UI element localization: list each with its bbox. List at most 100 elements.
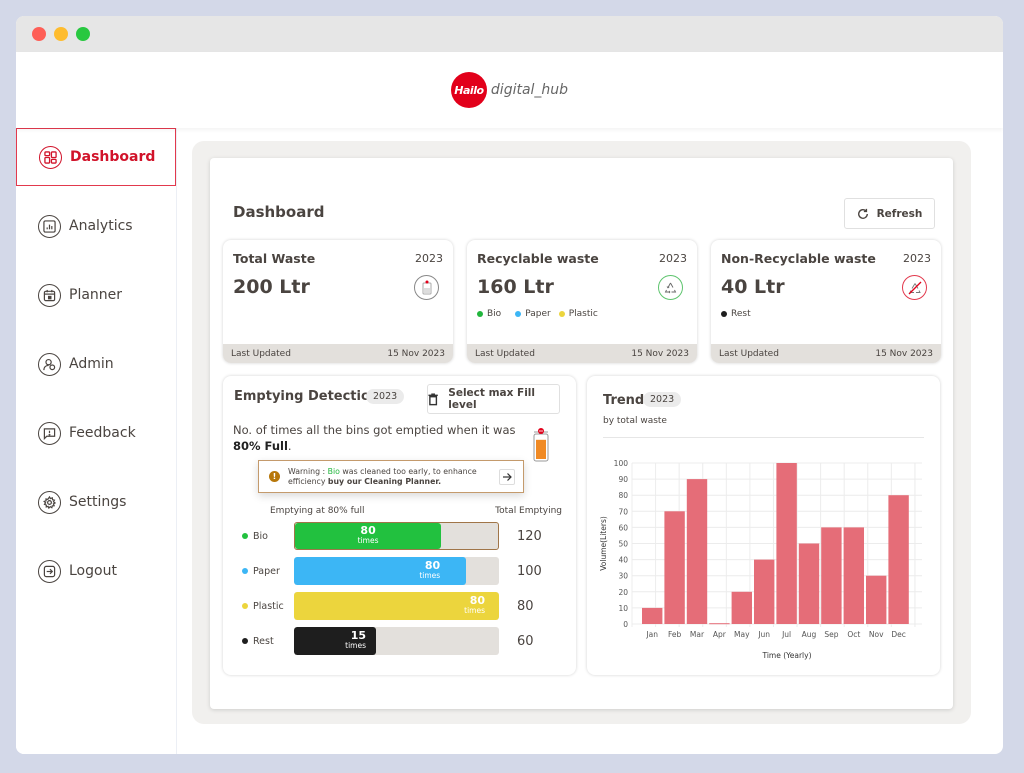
warning-arrow-button[interactable] <box>499 468 515 485</box>
x-axis-label: Time (Yearly) <box>762 651 812 660</box>
refresh-button[interactable]: Refresh <box>844 198 935 229</box>
bar-value: 80 <box>424 559 441 572</box>
warning-text: Warning : Bio was cleaned too early, to … <box>288 467 491 487</box>
x-tick-label: Oct <box>847 630 860 639</box>
main-area: Dashboard Refresh Total Waste 2023 200 L… <box>192 141 971 724</box>
bar-track[interactable]: 80 times <box>294 522 499 550</box>
x-tick-label: Mar <box>690 630 705 639</box>
refresh-icon <box>857 208 868 219</box>
emptying-row-bio[interactable]: Bio 80 times 120 <box>242 522 562 550</box>
warning-prefix: Warning : <box>288 466 328 476</box>
refresh-label: Refresh <box>876 207 923 220</box>
close-window-button[interactable] <box>32 27 46 41</box>
sidebar-item-settings[interactable]: Settings <box>16 473 176 531</box>
year-badge: 2023 <box>366 389 405 404</box>
bar-track[interactable]: 15 times <box>294 627 499 655</box>
legend-dot <box>477 311 483 317</box>
sidebar-item-analytics[interactable]: Analytics <box>16 197 176 255</box>
bar-value: 80 <box>360 524 376 537</box>
minimize-window-button[interactable] <box>54 27 68 41</box>
sidebar-item-logout[interactable]: Logout <box>16 542 176 600</box>
select-fill-level-button[interactable]: Select max Fill level <box>427 384 560 414</box>
x-tick-label: Sep <box>824 630 838 639</box>
desc-fill-level: 80% Full <box>233 439 288 453</box>
bar-jan <box>642 607 663 624</box>
bar-feb <box>664 511 685 624</box>
y-tick-label: 10 <box>618 604 628 613</box>
bar-sep <box>821 527 842 624</box>
grid-icon <box>39 145 62 169</box>
card-footer: Last Updated 15 Nov 2023 <box>223 344 453 363</box>
bar-fill: 80 times <box>295 523 442 549</box>
sidebar-item-label: Logout <box>69 563 117 579</box>
y-tick-label: 100 <box>614 459 629 468</box>
emptying-row-plastic[interactable]: Plastic 80 times 80 <box>242 592 562 620</box>
bin-icon <box>414 275 439 300</box>
arrow-right-icon <box>503 472 512 481</box>
recyclable-waste-card: Recyclable waste 2023 160 Ltr Bio Paper … <box>467 240 697 363</box>
gear-icon <box>38 490 61 514</box>
trend-panel: Trend 2023 by total waste 0 10 20 30 40 50 60 7… <box>587 376 940 675</box>
y-tick-label: 40 <box>618 556 628 565</box>
logout-icon <box>38 559 61 583</box>
bar-track[interactable]: 80 times <box>294 557 499 585</box>
bar-times-label: times <box>345 641 366 650</box>
card-footer: Last Updated 15 Nov 2023 <box>467 344 697 363</box>
recycle-icon <box>658 275 683 300</box>
bar-label-text: Paper <box>253 565 280 577</box>
page-title: Dashboard <box>233 203 325 221</box>
sidebar-item-label: Admin <box>69 356 114 372</box>
hailo-logo[interactable]: Hailo digital_hub <box>450 72 568 108</box>
y-tick-label: 50 <box>618 540 628 549</box>
calendar-icon <box>38 283 61 307</box>
warning-banner: ! Warning : Bio was cleaned too early, t… <box>258 460 524 493</box>
x-tick-label: May <box>734 630 750 639</box>
bar-apr <box>709 623 730 625</box>
bar-label-text: Rest <box>253 635 274 647</box>
sidebar-item-label: Settings <box>69 494 127 510</box>
bar-value: 80 <box>469 594 485 607</box>
emptying-detection-panel: Emptying Detection 2023 Select max Fill … <box>223 376 576 675</box>
bar-oct <box>843 527 864 624</box>
card-legend: Rest <box>721 309 751 319</box>
bar-total: 60 <box>517 633 534 649</box>
y-tick-label: 80 <box>618 491 628 500</box>
bar-label: Plastic <box>242 601 294 612</box>
dashboard-panel: Dashboard Refresh Total Waste 2023 200 L… <box>210 158 953 709</box>
bar-label: Bio <box>242 531 294 542</box>
bar-label-text: Plastic <box>253 600 284 612</box>
bar-total: 80 <box>517 598 534 614</box>
y-axis-label: Volume(Liters) <box>599 516 608 571</box>
chart-icon <box>38 214 61 238</box>
top-header: Hailo digital_hub <box>16 52 1003 128</box>
card-title: Non-Recyclable waste <box>721 251 876 266</box>
y-tick-label: 30 <box>618 572 628 581</box>
last-updated-label: Last Updated <box>231 348 291 359</box>
sidebar-item-planner[interactable]: Planner <box>16 266 176 324</box>
y-tick-label: 20 <box>618 588 628 597</box>
cleaning-planner-link[interactable]: buy our Cleaning Planner. <box>328 477 441 486</box>
maximize-window-button[interactable] <box>76 27 90 41</box>
bar-label-text: Bio <box>253 530 268 542</box>
bar-label: Paper <box>242 566 294 577</box>
legend-label: Plastic <box>568 309 598 319</box>
legend-label: Bio <box>487 309 502 319</box>
sidebar-item-admin[interactable]: Admin <box>16 335 176 393</box>
bar-value: 15 <box>350 629 366 642</box>
x-tick-label: Jul <box>781 630 791 639</box>
no-recycle-icon <box>902 275 927 300</box>
y-tick-label: 90 <box>618 475 628 484</box>
legend-item-bio: Bio <box>477 309 501 319</box>
sidebar-item-dashboard[interactable]: Dashboard <box>16 128 176 186</box>
panel-title: Emptying Detection <box>234 389 380 404</box>
app-window: Hailo digital_hub Dashboard Analytics Pl… <box>16 16 1003 754</box>
emptying-row-paper[interactable]: Paper 80 times 100 <box>242 557 562 585</box>
bars-header-right: Total Emptying <box>495 506 562 516</box>
bar-times-label: times <box>419 571 441 580</box>
bar-track[interactable]: 80 times <box>294 592 499 620</box>
emptying-row-rest[interactable]: Rest 15 times 60 <box>242 627 562 655</box>
bar-fill: 15 times <box>294 627 376 655</box>
bar-jul <box>776 463 797 624</box>
sidebar: Dashboard Analytics Planner Admin Feedba… <box>16 128 177 754</box>
sidebar-item-feedback[interactable]: Feedback <box>16 404 176 462</box>
